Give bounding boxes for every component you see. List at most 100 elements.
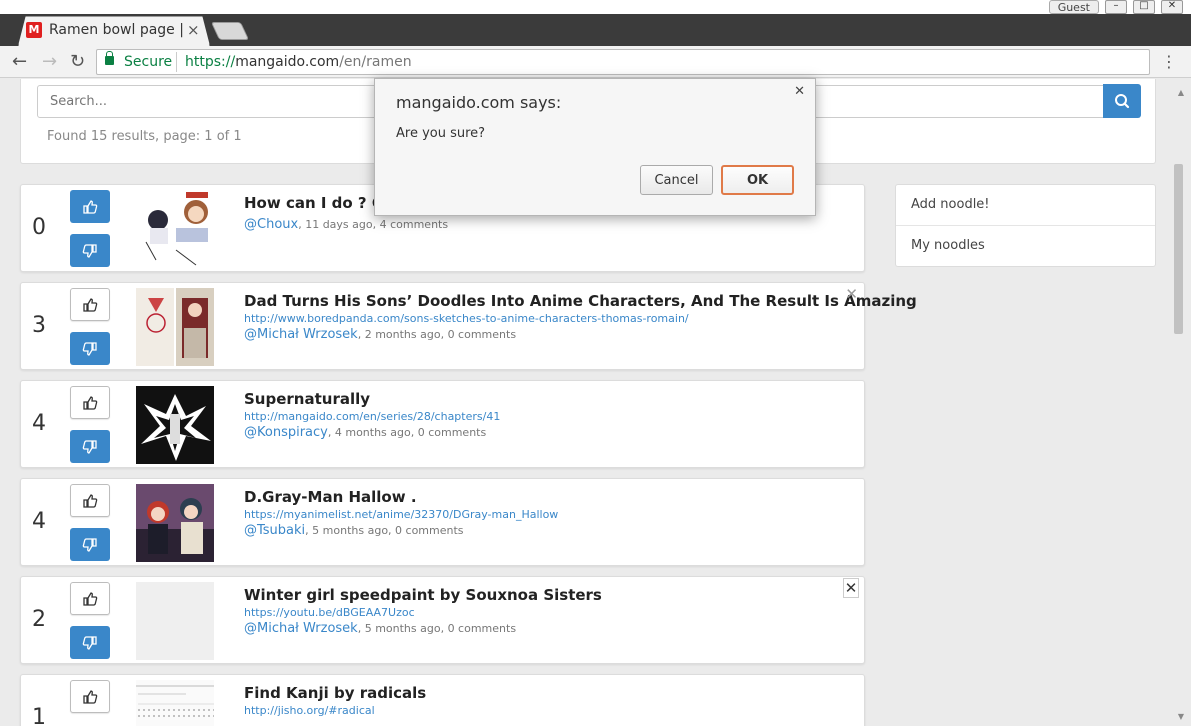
- dialog-message: Are you sure?: [396, 126, 486, 141]
- close-icon[interactable]: ✕: [843, 578, 859, 598]
- downvote-button[interactable]: [70, 430, 110, 463]
- url-host: mangaido.com: [235, 54, 340, 70]
- post-title[interactable]: D.Gray-Man Hallow .: [244, 488, 417, 506]
- upvote-button[interactable]: [70, 484, 110, 517]
- close-icon[interactable]: ✕: [845, 285, 858, 303]
- post-author[interactable]: @Michał Wrzosek: [244, 621, 358, 636]
- scroll-down-arrow-icon[interactable]: ▼: [1178, 712, 1184, 721]
- confirm-dialog: mangaido.com says: ✕ Are you sure? Cance…: [374, 78, 816, 216]
- cancel-button[interactable]: Cancel: [640, 165, 713, 195]
- close-window-button[interactable]: ✕: [1161, 0, 1183, 14]
- url-path: /en/ramen: [339, 54, 412, 70]
- manga-panel-image: [136, 386, 214, 464]
- ok-button[interactable]: OK: [721, 165, 794, 195]
- kanji-table-image: [136, 680, 214, 726]
- post-score: 4: [32, 411, 46, 436]
- post-thumbnail-placeholder[interactable]: [136, 582, 214, 660]
- post-author[interactable]: @Konspiracy: [244, 425, 328, 440]
- reload-icon[interactable]: ↻: [70, 51, 85, 72]
- my-noodles-link[interactable]: My noodles: [896, 226, 1155, 267]
- post-thumbnail[interactable]: [136, 386, 214, 464]
- upvote-button[interactable]: [70, 680, 110, 713]
- maximize-button[interactable]: □: [1133, 0, 1155, 14]
- thumbs-down-icon: [82, 537, 97, 552]
- minimize-button[interactable]: –: [1105, 0, 1127, 14]
- thumbs-down-icon: [82, 341, 97, 356]
- thumbs-down-icon: [82, 635, 97, 650]
- anime-poster-image: [136, 484, 214, 562]
- url-scheme: https://: [185, 54, 236, 70]
- post-link[interactable]: https://myanimelist.net/anime/32370/DGra…: [244, 508, 558, 521]
- post-author[interactable]: @Michał Wrzosek: [244, 327, 358, 342]
- post-card: 4 Supernaturally http://mangaido.com/en/…: [20, 380, 865, 468]
- thumbs-down-icon: [82, 439, 97, 454]
- thumbs-up-icon: [83, 199, 98, 214]
- results-info: Found 15 results, page: 1 of 1: [47, 129, 242, 144]
- dialog-close-icon[interactable]: ✕: [794, 84, 805, 99]
- new-tab-button[interactable]: [210, 22, 250, 40]
- downvote-button[interactable]: [70, 528, 110, 561]
- post-thumbnail[interactable]: [136, 680, 214, 726]
- post-score: 2: [32, 607, 46, 632]
- post-score: 3: [32, 313, 46, 338]
- post-thumbnail[interactable]: [136, 288, 214, 366]
- post-thumbnail[interactable]: [136, 190, 214, 268]
- favicon-icon: M: [26, 22, 42, 38]
- thumbs-up-icon: [83, 689, 98, 704]
- post-card: 1 Find Kanji by radicals http://jisho.or…: [20, 674, 865, 726]
- post-meta: @Choux, 11 days ago, 4 comments: [244, 217, 448, 232]
- tab-strip: M Ramen bowl page | ×: [0, 14, 1191, 46]
- back-arrow-icon[interactable]: ←: [12, 51, 27, 72]
- post-card: 3 Dad Turns His Sons’ Doodles Into Anime…: [20, 282, 917, 370]
- post-meta-text: , 5 months ago, 0 comments: [305, 524, 464, 537]
- post-link[interactable]: http://mangaido.com/en/series/28/chapter…: [244, 410, 500, 423]
- post-link[interactable]: http://www.boredpanda.com/sons-sketches-…: [244, 312, 689, 325]
- upvote-button[interactable]: [70, 288, 110, 321]
- doodle-and-anime-image: [136, 288, 214, 366]
- thumbs-down-icon: [82, 243, 97, 258]
- browser-toolbar: ← → ↻ Secure https://mangaido.com/en/ram…: [0, 46, 1191, 78]
- upvote-button[interactable]: [70, 582, 110, 615]
- post-title[interactable]: Find Kanji by radicals: [244, 684, 426, 702]
- post-title[interactable]: How can I do ? Co: [244, 194, 393, 212]
- post-card: 4 D.Gray-Man Hallow . https://myanimelis…: [20, 478, 865, 566]
- post-meta-text: , 4 months ago, 0 comments: [327, 426, 487, 439]
- forward-arrow-icon[interactable]: →: [42, 51, 57, 72]
- search-button[interactable]: [1103, 84, 1141, 118]
- downvote-button[interactable]: [70, 626, 110, 659]
- upvote-button[interactable]: [70, 386, 110, 419]
- tab-close-icon[interactable]: ×: [187, 21, 200, 39]
- guest-profile-badge[interactable]: Guest: [1048, 0, 1099, 14]
- secure-label: Secure: [124, 54, 173, 70]
- address-bar[interactable]: Secure https://mangaido.com/en/ramen: [96, 49, 1150, 75]
- post-link[interactable]: http://jisho.org/#radical: [244, 704, 375, 717]
- post-author[interactable]: @Tsubaki: [244, 523, 305, 538]
- anime-characters-image: [136, 190, 214, 268]
- post-score: 4: [32, 509, 46, 534]
- post-card: 2 Winter girl speedpaint by Souxnoa Sist…: [20, 576, 865, 664]
- scroll-up-arrow-icon[interactable]: ▲: [1178, 88, 1184, 97]
- post-author[interactable]: @Choux: [244, 217, 298, 232]
- scrollbar-thumb[interactable]: [1174, 164, 1183, 334]
- url-text: https://mangaido.com/en/ramen: [185, 54, 412, 70]
- lock-icon: [105, 51, 114, 65]
- window-top-bar: Guest – □ ✕: [0, 0, 1191, 14]
- post-title[interactable]: Supernaturally: [244, 390, 370, 408]
- post-meta-text: , 5 months ago, 0 comments: [357, 622, 517, 635]
- url-separator: [176, 52, 177, 72]
- side-menu: Add noodle! My noodles: [895, 184, 1156, 267]
- post-thumbnail[interactable]: [136, 484, 214, 562]
- kebab-menu-icon[interactable]: ⋮: [1161, 52, 1177, 71]
- upvote-button[interactable]: [70, 190, 110, 223]
- post-score: 0: [32, 215, 46, 240]
- add-noodle-link[interactable]: Add noodle!: [896, 185, 1155, 226]
- post-meta: @Michał Wrzosek, 5 months ago, 0 comment…: [244, 621, 516, 636]
- post-title[interactable]: Dad Turns His Sons’ Doodles Into Anime C…: [244, 292, 917, 310]
- tab-title: Ramen bowl page |: [49, 22, 184, 38]
- downvote-button[interactable]: [70, 234, 110, 267]
- post-link[interactable]: https://youtu.be/dBGEAA7Uzoc: [244, 606, 415, 619]
- thumbs-up-icon: [83, 297, 98, 312]
- downvote-button[interactable]: [70, 332, 110, 365]
- post-title[interactable]: Winter girl speedpaint by Souxnoa Sister…: [244, 586, 602, 604]
- post-meta: @Konspiracy, 4 months ago, 0 comments: [244, 425, 486, 440]
